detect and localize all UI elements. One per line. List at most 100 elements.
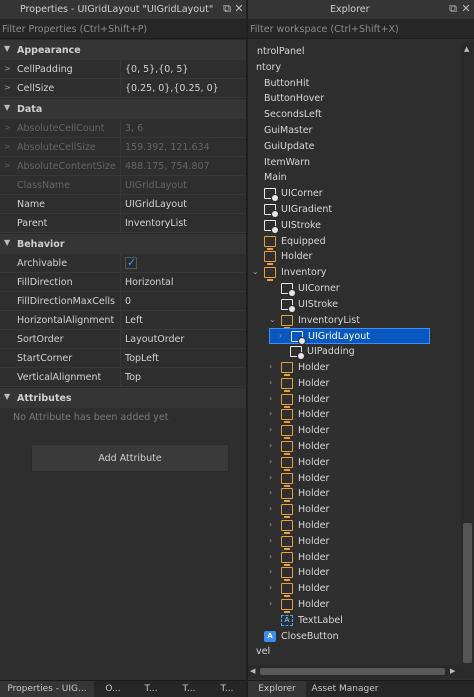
explorer-item-uistroke[interactable]: UIStroke — [248, 218, 462, 234]
explorer-item-guiupdate[interactable]: GuiUpdate — [248, 139, 462, 155]
property-row-archivable[interactable]: Archivable ✓ — [0, 254, 246, 273]
explorer-item-uigradient[interactable]: UIGradient — [248, 202, 462, 218]
tab-output[interactable]: O... — [96, 681, 130, 697]
chevron-right-icon[interactable]: › — [269, 583, 272, 592]
explorer-item-itemwarn[interactable]: ItemWarn — [248, 155, 462, 171]
tab-asset-manager[interactable]: Asset Manager — [308, 681, 382, 697]
chevron-right-icon[interactable]: › — [269, 520, 272, 529]
explorer-item-uicorner[interactable]: UICorner — [248, 186, 462, 202]
explorer-item-holder[interactable]: › Holder — [248, 376, 462, 392]
properties-filter-input[interactable] — [2, 22, 238, 37]
explorer-item-uigridlayout[interactable]: › UIGridLayout — [269, 328, 430, 345]
tab-properties[interactable]: Properties - UIG... — [0, 681, 94, 697]
maximize-icon[interactable]: ⧉ — [447, 3, 459, 15]
explorer-filter-input[interactable] — [250, 22, 450, 37]
property-row-horizontalalignment[interactable]: HorizontalAlignment Left — [0, 311, 246, 330]
explorer-item-main[interactable]: Main — [248, 170, 462, 186]
chevron-right-icon[interactable]: > — [4, 161, 11, 170]
section-data[interactable]: ▼ Data — [0, 98, 246, 119]
scroll-left-icon[interactable]: ◀ — [250, 667, 255, 675]
tab-toolbox[interactable]: T... — [134, 681, 168, 697]
explorer-item-guimaster[interactable]: GuiMaster — [248, 123, 462, 139]
chevron-right-icon[interactable]: › — [269, 362, 272, 371]
property-value[interactable]: LayoutOrder — [125, 334, 184, 345]
horizontal-scrollbar[interactable]: ◀ ▶ — [248, 665, 461, 678]
vertical-scrollbar[interactable]: ▲ — [461, 43, 474, 665]
scroll-up-icon[interactable]: ▲ — [464, 45, 469, 53]
explorer-item-holder[interactable]: › Holder — [248, 486, 462, 503]
explorer-item-holder[interactable]: › Holder — [248, 550, 462, 566]
explorer-item-equipped[interactable]: Equipped — [248, 234, 462, 250]
tab-explorer[interactable]: Explorer — [248, 681, 306, 697]
property-row-name[interactable]: Name UIGridLayout — [0, 195, 246, 214]
property-row-sortorder[interactable]: SortOrder LayoutOrder — [0, 330, 246, 349]
explorer-item-holder[interactable]: › Holder — [248, 423, 462, 440]
property-row-filldirection[interactable]: FillDirection Horizontal — [0, 273, 246, 292]
chevron-right-icon[interactable]: › — [269, 536, 272, 545]
property-row-parent[interactable]: Parent InventoryList — [0, 214, 246, 233]
property-row-startcorner[interactable]: StartCorner TopLeft — [0, 349, 246, 368]
section-appearance[interactable]: ▼ Appearance — [0, 39, 246, 60]
explorer-item-vel[interactable]: vel — [248, 644, 462, 660]
scrollbar-thumb[interactable] — [260, 668, 445, 675]
explorer-item-closebutton[interactable]: A CloseButton — [248, 629, 462, 645]
chevron-right-icon[interactable]: › — [269, 504, 272, 513]
property-row-cellpadding[interactable]: > CellPadding {0, 5},{0, 5} — [0, 60, 246, 79]
explorer-item-uicorner[interactable]: UICorner — [248, 281, 462, 297]
chevron-right-icon[interactable]: > — [4, 142, 11, 151]
explorer-item-ntory[interactable]: ntory — [248, 60, 462, 76]
explorer-item-textlabel[interactable]: A TextLabel — [248, 613, 462, 629]
chevron-right-icon[interactable]: › — [269, 457, 272, 466]
explorer-item-holder[interactable]: › Holder — [248, 392, 462, 408]
property-row-filldirectionmaxcells[interactable]: FillDirectionMaxCells 0 — [0, 292, 246, 311]
explorer-item-holder[interactable]: › Holder — [248, 407, 462, 424]
section-behavior[interactable]: ▼ Behavior — [0, 233, 246, 254]
explorer-item-holder[interactable]: › Holder — [248, 581, 462, 598]
explorer-item-secondsleft[interactable]: SecondsLeft — [248, 107, 462, 123]
section-attributes[interactable]: ▼ Attributes — [0, 387, 246, 408]
explorer-item-inventory[interactable]: ⌄ Inventory — [248, 265, 462, 282]
explorer-item-holder[interactable]: › Holder — [248, 518, 462, 534]
property-value[interactable]: UIGridLayout — [125, 199, 187, 210]
property-value[interactable]: {0, 5},{0, 5} — [125, 64, 188, 75]
property-row-verticalalignment[interactable]: VerticalAlignment Top — [0, 368, 246, 387]
chevron-right-icon[interactable]: › — [269, 552, 272, 561]
explorer-item-buttonhit[interactable]: ButtonHit — [248, 76, 462, 92]
tab-terrain[interactable]: T... — [172, 681, 206, 697]
explorer-item-buttonhover[interactable]: ButtonHover — [248, 91, 462, 107]
explorer-item-holder[interactable]: › Holder — [248, 597, 462, 613]
explorer-item-uipadding[interactable]: UIPadding — [248, 344, 462, 360]
explorer-item-holder[interactable]: Holder — [248, 249, 462, 266]
chevron-right-icon[interactable]: › — [269, 599, 272, 608]
chevron-right-icon[interactable]: › — [269, 488, 272, 497]
property-value[interactable]: 0 — [125, 296, 131, 307]
tab-tags[interactable]: T... — [210, 681, 244, 697]
explorer-item-holder[interactable]: › Holder — [248, 565, 462, 582]
property-value[interactable]: {0.25, 0},{0.25, 0} — [125, 83, 219, 94]
property-row-cellsize[interactable]: > CellSize {0.25, 0},{0.25, 0} — [0, 79, 246, 98]
explorer-item-holder[interactable]: › Holder — [248, 455, 462, 471]
close-icon[interactable]: ✕ — [460, 3, 472, 15]
chevron-right-icon[interactable]: › — [269, 425, 272, 434]
chevron-down-icon[interactable]: ⌄ — [269, 315, 276, 324]
explorer-item-ntrolpanel[interactable]: ntrolPanel — [248, 44, 462, 60]
explorer-item-inventorylist[interactable]: ⌄ InventoryList — [248, 313, 462, 329]
chevron-right-icon[interactable]: > — [4, 64, 11, 73]
maximize-icon[interactable]: ⧉ — [221, 3, 233, 15]
chevron-right-icon[interactable]: › — [269, 473, 272, 482]
chevron-right-icon[interactable]: › — [269, 567, 272, 576]
explorer-item-holder[interactable]: › Holder — [248, 534, 462, 550]
explorer-item-holder[interactable]: › Holder — [248, 360, 462, 376]
chevron-right-icon[interactable]: > — [4, 123, 11, 132]
property-value[interactable]: TopLeft — [125, 353, 159, 364]
close-icon[interactable]: ✕ — [233, 3, 245, 15]
property-value[interactable]: Horizontal — [125, 277, 174, 288]
scroll-right-icon[interactable]: ▶ — [450, 667, 455, 675]
property-value[interactable]: Left — [125, 315, 143, 326]
chevron-right-icon[interactable]: › — [269, 409, 272, 418]
chevron-right-icon[interactable]: › — [269, 378, 272, 387]
property-value[interactable]: InventoryList — [125, 218, 187, 229]
chevron-down-icon[interactable]: ⌄ — [252, 267, 259, 276]
explorer-item-holder[interactable]: › Holder — [248, 471, 462, 487]
chevron-right-icon[interactable]: › — [279, 331, 282, 340]
